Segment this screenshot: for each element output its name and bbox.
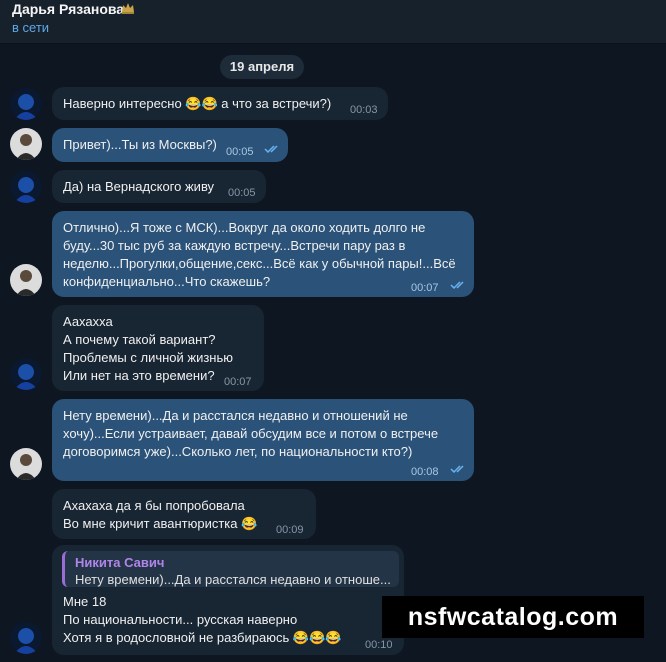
message-text: Да) на Вернадского живу xyxy=(63,179,215,194)
message-bubble[interactable]: Нету времени)...Да и расстался недавно и… xyxy=(52,399,474,481)
message-line: По национальности... русская наверно xyxy=(63,612,298,627)
message-time: 00:08 xyxy=(411,466,439,478)
message-text: Привет)...Ты из Москвы?) xyxy=(63,137,217,152)
message-line: неделю...Прогулки,общение,секс...Всё как… xyxy=(63,256,456,271)
contact-avatar[interactable] xyxy=(10,358,42,390)
watermark: nsfwcatalog.com xyxy=(382,596,644,638)
message-line: Во мне кричит авантюристка 😂 xyxy=(63,516,258,531)
message-time: 00:05 xyxy=(226,146,254,158)
message-line: Аахахха xyxy=(63,314,113,329)
reply-text: Нету времени)...Да и расстался недавно и… xyxy=(75,572,391,587)
message-time: 00:09 xyxy=(276,524,304,536)
user-avatar[interactable] xyxy=(10,128,42,160)
reply-quote[interactable]: Никита Савич Нету времени)...Да и расста… xyxy=(62,551,399,587)
message-time: 00:03 xyxy=(350,104,378,116)
message-line: А почему такой вариант? xyxy=(63,332,216,347)
online-status: в сети xyxy=(12,20,50,35)
read-ticks-icon xyxy=(450,465,464,474)
read-ticks-icon xyxy=(264,145,278,154)
message-line: Проблемы с личной жизнью xyxy=(63,350,234,365)
message-bubble[interactable]: Ахахаха да я бы попробовала Во мне кричи… xyxy=(52,489,316,539)
message-bubble[interactable]: Никита Савич Нету времени)...Да и расста… xyxy=(52,545,404,655)
date-separator: 19 апреля xyxy=(220,55,304,79)
crown-emoji-icon xyxy=(122,3,134,14)
message-time: 00:07 xyxy=(411,282,439,294)
message-line: договоримся уже)...Сколько лет, по нацио… xyxy=(63,444,413,459)
message-line: буду...30 тыс руб за каждую встречу...Вс… xyxy=(63,238,406,253)
message-bubble[interactable]: Да) на Вернадского живу 00:05 xyxy=(52,170,266,203)
message-bubble[interactable]: Наверно интересно 😂😂 а что за встречи?) … xyxy=(52,87,388,120)
message-text: Наверно интересно 😂😂 а что за встречи?) xyxy=(63,96,332,111)
reply-author: Никита Савич xyxy=(75,555,165,570)
message-line: Мне 18 xyxy=(63,594,107,609)
message-line: Хотя я в родословной не разбираюсь 😂😂😂 xyxy=(63,630,342,645)
message-bubble[interactable]: Аахахха А почему такой вариант? Проблемы… xyxy=(52,305,264,391)
contact-avatar[interactable] xyxy=(10,622,42,654)
message-line: хочу)...Если устраивает, давай обсудим в… xyxy=(63,426,439,441)
message-line: конфиденциально...Что скажешь? xyxy=(63,274,271,289)
chat-title[interactable]: Дарья Рязанова xyxy=(12,1,124,17)
message-time: 00:05 xyxy=(228,187,256,199)
message-line: Ахахаха да я бы попробовала xyxy=(63,498,245,513)
message-line: Отлично)...Я тоже с МСК)...Вокруг да око… xyxy=(63,220,426,235)
chat-header: Дарья Рязанова в сети xyxy=(0,0,666,44)
message-bubble[interactable]: Отлично)...Я тоже с МСК)...Вокруг да око… xyxy=(52,211,474,297)
contact-avatar[interactable] xyxy=(10,88,42,120)
user-avatar[interactable] xyxy=(10,264,42,296)
read-ticks-icon xyxy=(450,281,464,290)
message-line: Или нет на это времени? xyxy=(63,368,215,383)
message-bubble[interactable]: Привет)...Ты из Москвы?) 00:05 xyxy=(52,128,288,162)
user-avatar[interactable] xyxy=(10,448,42,480)
message-time: 00:10 xyxy=(365,639,393,651)
message-line: Нету времени)...Да и расстался недавно и… xyxy=(63,408,408,423)
message-time: 00:07 xyxy=(224,376,252,388)
contact-avatar[interactable] xyxy=(10,171,42,203)
